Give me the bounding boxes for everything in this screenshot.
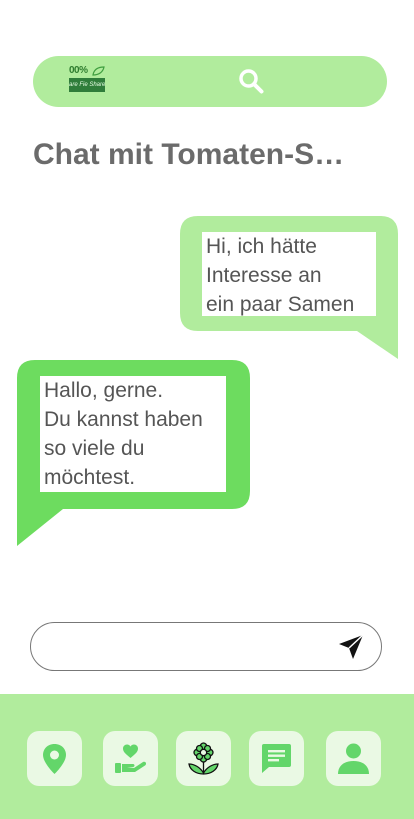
- search-icon[interactable]: [238, 68, 264, 94]
- logo-banner: are Fie Share: [69, 78, 105, 92]
- profile-icon: [338, 743, 369, 774]
- message-bubble-received: Hallo, gerne. Du kannst haben so viele d…: [17, 360, 250, 548]
- send-icon[interactable]: [337, 633, 365, 661]
- app-logo[interactable]: 00% are Fie Share: [69, 65, 105, 97]
- heart-hand-icon: [115, 744, 147, 773]
- message-bubble-sent: Hi, ich hätte Interesse an ein paar Same…: [180, 216, 398, 361]
- logo-top-text: 00%: [69, 65, 88, 76]
- nav-profile-button[interactable]: [326, 731, 381, 786]
- page-title: Chat mit Tomaten-S…: [33, 138, 345, 171]
- message-text-received: Hallo, gerne. Du kannst haben so viele d…: [40, 376, 226, 492]
- leaf-icon: [92, 66, 105, 76]
- nav-chat-button[interactable]: [249, 731, 304, 786]
- message-text-sent: Hi, ich hätte Interesse an ein paar Same…: [202, 232, 376, 316]
- chat-icon: [262, 744, 291, 773]
- top-bar: 00% are Fie Share: [33, 56, 387, 107]
- bottom-navigation: [0, 694, 414, 819]
- nav-donate-button[interactable]: [103, 731, 158, 786]
- location-pin-icon: [43, 744, 66, 774]
- message-input[interactable]: [47, 631, 341, 663]
- message-composer: [30, 622, 382, 671]
- nav-plants-button[interactable]: [176, 731, 231, 786]
- flower-icon: [188, 742, 219, 775]
- nav-map-button[interactable]: [27, 731, 82, 786]
